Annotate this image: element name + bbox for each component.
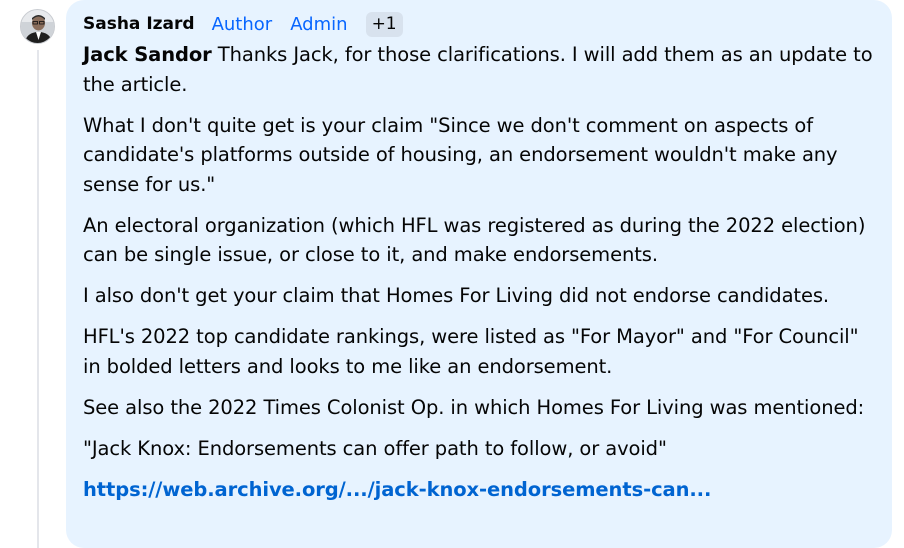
avatar[interactable]	[20, 9, 55, 44]
comment-body: Jack Sandor Thanks Jack, for those clari…	[83, 40, 876, 504]
comment-paragraph: See also the 2022 Times Colonist Op. in …	[83, 395, 865, 419]
comment-bubble: Sasha Izard Author Admin +1 Jack Sandor …	[66, 0, 892, 548]
author-badge[interactable]: Author	[212, 14, 273, 35]
comment-paragraph: Jack Sandor Thanks Jack, for those clari…	[83, 40, 876, 99]
comment-paragraph: I also don't get your claim that Homes F…	[83, 284, 830, 307]
comment-paragraph: HFL's 2022 top candidate rankings, were …	[83, 325, 859, 378]
comment-paragraph: What I don't quite get is your claim "Si…	[83, 113, 838, 196]
comment-header: Sasha Izard Author Admin +1	[83, 8, 876, 40]
comment-paragraph: https://web.archive.org/.../jack-knox-en…	[83, 475, 876, 505]
more-badges-button[interactable]: +1	[365, 11, 403, 37]
person-avatar-icon	[21, 10, 54, 43]
thread-line	[37, 50, 39, 548]
author-name[interactable]: Sasha Izard	[83, 14, 195, 34]
admin-badge[interactable]: Admin	[290, 14, 347, 35]
archive-link[interactable]: https://web.archive.org/.../jack-knox-en…	[83, 478, 711, 501]
comment-paragraph: An electoral organization (which HFL was…	[83, 213, 866, 267]
mention-link[interactable]: Jack Sandor	[83, 43, 212, 66]
comment-paragraph: "Jack Knox: Endorsements can offer path …	[83, 436, 667, 460]
